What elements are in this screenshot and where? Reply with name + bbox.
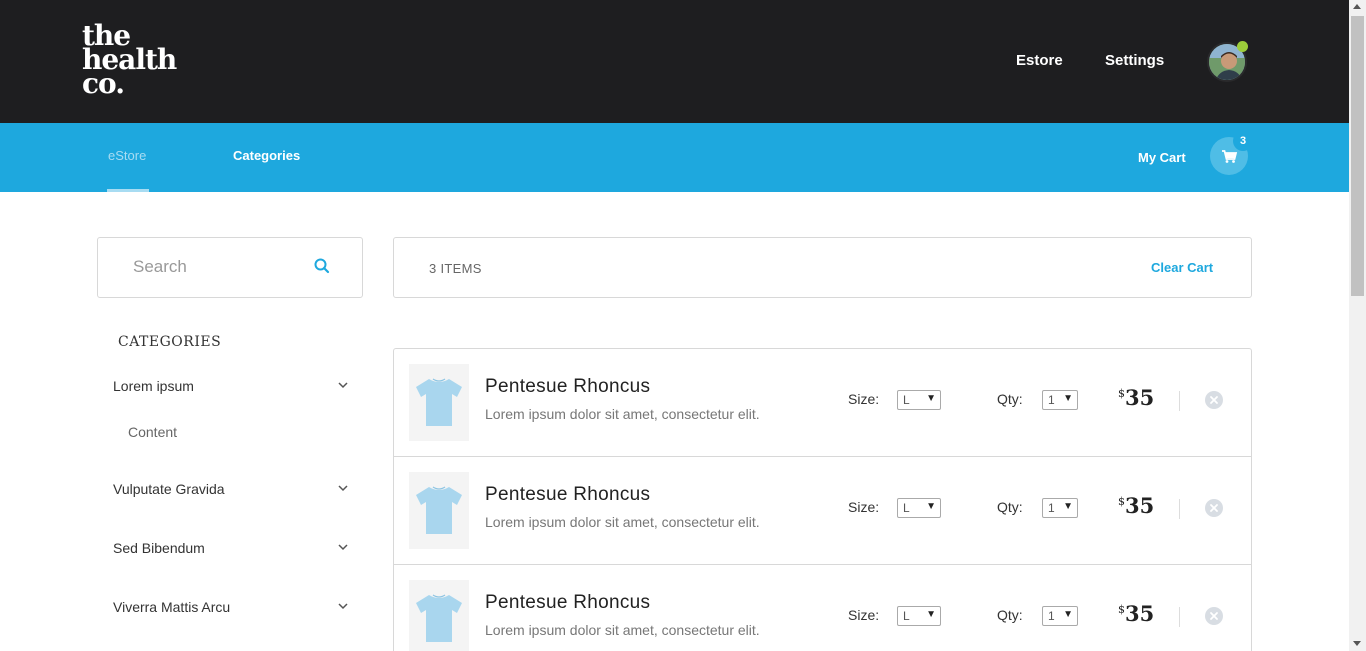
- sub-navigation: eStore Categories My Cart 3: [0, 123, 1349, 192]
- remove-item-button[interactable]: [1205, 499, 1223, 517]
- scroll-up-arrow[interactable]: [1353, 4, 1361, 9]
- category-item[interactable]: Sed Bibendum: [113, 540, 205, 556]
- size-label: Size:: [848, 391, 880, 407]
- size-label: Size:: [848, 499, 880, 515]
- size-value: L: [903, 501, 910, 515]
- size-select[interactable]: L ▼: [897, 498, 941, 518]
- price-amount: 35: [1125, 385, 1155, 410]
- remove-item-button[interactable]: [1205, 607, 1223, 625]
- close-icon: [1210, 504, 1218, 512]
- cart-item-list: Pentesue Rhoncus Lorem ipsum dolor sit a…: [393, 348, 1252, 651]
- close-icon: [1210, 612, 1218, 620]
- dropdown-arrow-icon: ▼: [926, 501, 936, 512]
- dropdown-arrow-icon: ▼: [1063, 501, 1073, 512]
- cart-item-row: Pentesue Rhoncus Lorem ipsum dolor sit a…: [394, 457, 1251, 565]
- qty-label: Qty:: [997, 607, 1023, 623]
- size-select[interactable]: L ▼: [897, 390, 941, 410]
- size-value: L: [903, 609, 910, 623]
- price-currency: $: [1118, 603, 1125, 616]
- product-thumbnail[interactable]: [409, 472, 469, 549]
- cart-summary-bar: 3 ITEMS Clear Cart: [393, 237, 1252, 298]
- tshirt-icon: [416, 378, 462, 426]
- product-thumbnail[interactable]: [409, 580, 469, 651]
- nav-link-estore[interactable]: Estore: [1016, 52, 1063, 69]
- top-header: the health co. Estore Settings: [0, 0, 1349, 123]
- product-price: $35: [1118, 601, 1154, 626]
- tab-categories[interactable]: Categories: [233, 148, 300, 163]
- qty-value: 1: [1048, 609, 1055, 623]
- chevron-down-icon[interactable]: [337, 542, 349, 552]
- product-description: Lorem ipsum dolor sit amet, consectetur …: [485, 406, 760, 422]
- cart-count-badge: 3: [1233, 131, 1253, 151]
- price-currency: $: [1118, 495, 1125, 508]
- product-description: Lorem ipsum dolor sit amet, consectetur …: [485, 622, 760, 638]
- tshirt-icon: [416, 594, 462, 642]
- product-price: $35: [1118, 385, 1154, 410]
- dropdown-arrow-icon: ▼: [1063, 393, 1073, 404]
- category-item[interactable]: Lorem ipsum: [113, 378, 194, 394]
- clear-cart-button[interactable]: Clear Cart: [1151, 260, 1213, 275]
- chevron-down-icon[interactable]: [337, 483, 349, 493]
- size-value: L: [903, 393, 910, 407]
- product-description: Lorem ipsum dolor sit amet, consectetur …: [485, 514, 760, 530]
- tab-estore[interactable]: eStore: [108, 148, 146, 163]
- price-currency: $: [1118, 387, 1125, 400]
- size-select[interactable]: L ▼: [897, 606, 941, 626]
- product-price: $35: [1118, 493, 1154, 518]
- chevron-down-icon[interactable]: [337, 380, 349, 390]
- dropdown-arrow-icon: ▼: [926, 393, 936, 404]
- qty-select[interactable]: 1 ▼: [1042, 606, 1078, 626]
- nav-link-settings[interactable]: Settings: [1105, 52, 1164, 69]
- brand-logo[interactable]: the health co.: [82, 22, 192, 98]
- product-name[interactable]: Pentesue Rhoncus: [485, 376, 650, 398]
- search-box: [97, 237, 363, 298]
- scrollbar-thumb[interactable]: [1351, 16, 1364, 296]
- product-thumbnail[interactable]: [409, 364, 469, 441]
- search-icon[interactable]: [313, 257, 331, 275]
- active-tab-indicator: [107, 189, 149, 192]
- categories-heading: CATEGORIES: [118, 334, 222, 350]
- online-status-indicator: [1237, 41, 1248, 52]
- qty-select[interactable]: 1 ▼: [1042, 498, 1078, 518]
- product-name[interactable]: Pentesue Rhoncus: [485, 592, 650, 614]
- my-cart-link[interactable]: My Cart: [1138, 150, 1186, 165]
- price-amount: 35: [1125, 493, 1155, 518]
- category-subitem[interactable]: Content: [128, 424, 177, 440]
- tshirt-icon: [416, 486, 462, 534]
- close-icon: [1210, 396, 1218, 404]
- chevron-down-icon[interactable]: [337, 601, 349, 611]
- price-amount: 35: [1125, 601, 1155, 626]
- cart-item-count: 3 ITEMS: [429, 261, 482, 276]
- product-name[interactable]: Pentesue Rhoncus: [485, 484, 650, 506]
- scroll-down-arrow[interactable]: [1353, 641, 1361, 646]
- cart-item-row: Pentesue Rhoncus Lorem ipsum dolor sit a…: [394, 565, 1251, 651]
- size-label: Size:: [848, 607, 880, 623]
- search-input[interactable]: [133, 257, 293, 277]
- qty-value: 1: [1048, 393, 1055, 407]
- row-divider: [1179, 391, 1180, 411]
- row-divider: [1179, 499, 1180, 519]
- remove-item-button[interactable]: [1205, 391, 1223, 409]
- qty-select[interactable]: 1 ▼: [1042, 390, 1078, 410]
- category-item[interactable]: Viverra Mattis Arcu: [113, 599, 230, 615]
- qty-label: Qty:: [997, 391, 1023, 407]
- qty-value: 1: [1048, 501, 1055, 515]
- row-divider: [1179, 607, 1180, 627]
- category-item[interactable]: Vulputate Gravida: [113, 481, 225, 497]
- dropdown-arrow-icon: ▼: [926, 609, 936, 620]
- qty-label: Qty:: [997, 499, 1023, 515]
- cart-item-row: Pentesue Rhoncus Lorem ipsum dolor sit a…: [394, 349, 1251, 457]
- dropdown-arrow-icon: ▼: [1063, 609, 1073, 620]
